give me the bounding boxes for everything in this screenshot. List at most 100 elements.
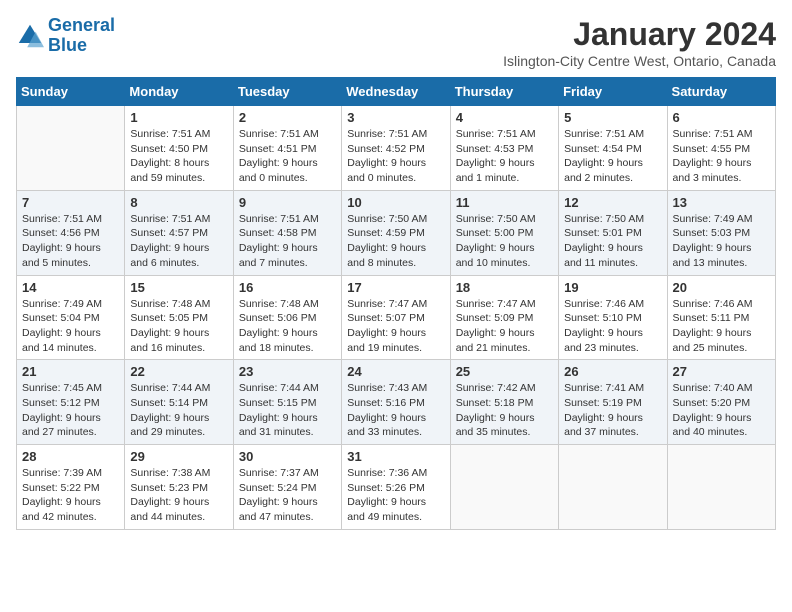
day-number: 8: [130, 195, 227, 210]
day-info: Sunrise: 7:36 AMSunset: 5:26 PMDaylight:…: [347, 466, 444, 525]
month-title: January 2024: [503, 16, 776, 53]
calendar-day-cell: 10Sunrise: 7:50 AMSunset: 4:59 PMDayligh…: [342, 190, 450, 275]
day-number: 12: [564, 195, 661, 210]
day-of-week-header: Friday: [559, 78, 667, 106]
day-number: 2: [239, 110, 336, 125]
calendar-day-cell: 13 Sunrise: 7:49 AMSunset: 5:03 PMDayligh…: [667, 190, 775, 275]
calendar-day-cell: 17 Sunrise: 7:47 AMSunset: 5:07 PMDayligh…: [342, 275, 450, 360]
day-number: 26: [564, 364, 661, 379]
day-number: 17: [347, 280, 444, 295]
calendar-week-row: 1Sunrise: 7:51 AMSunset: 4:50 PMDaylight…: [17, 106, 776, 191]
location-title: Islington-City Centre West, Ontario, Can…: [503, 53, 776, 69]
day-number: 28: [22, 449, 119, 464]
day-info: Sunrise: 7:50 AMSunset: 5:00 PMDaylight:…: [456, 212, 553, 271]
day-info: Sunrise: 7:43 AMSunset: 5:16 PMDaylight:…: [347, 381, 444, 440]
calendar-day-cell: 21Sunrise: 7:45 AMSunset: 5:12 PMDayligh…: [17, 360, 125, 445]
calendar-day-cell: 31 Sunrise: 7:36 AMSunset: 5:26 PMDayligh…: [342, 445, 450, 530]
calendar-day-cell: [17, 106, 125, 191]
calendar-day-cell: 22 Sunrise: 7:44 AMSunset: 5:14 PMDayligh…: [125, 360, 233, 445]
day-number: 3: [347, 110, 444, 125]
day-number: 20: [673, 280, 770, 295]
calendar-day-cell: 29Sunrise: 7:38 AMSunset: 5:23 PMDayligh…: [125, 445, 233, 530]
day-info: Sunrise: 7:48 AMSunset: 5:06 PMDaylight:…: [239, 297, 336, 356]
calendar-day-cell: 9Sunrise: 7:51 AMSunset: 4:58 PMDaylight…: [233, 190, 341, 275]
day-of-week-header: Tuesday: [233, 78, 341, 106]
day-number: 15: [130, 280, 227, 295]
day-number: 9: [239, 195, 336, 210]
logo-text: General Blue: [48, 16, 115, 56]
calendar-week-row: 14 Sunrise: 7:49 AMSunset: 5:04 PMDayligh…: [17, 275, 776, 360]
calendar-day-cell: 11 Sunrise: 7:50 AMSunset: 5:00 PMDayligh…: [450, 190, 558, 275]
day-number: 27: [673, 364, 770, 379]
calendar-week-row: 28 Sunrise: 7:39 AMSunset: 5:22 PMDayligh…: [17, 445, 776, 530]
calendar-week-row: 7 Sunrise: 7:51 AMSunset: 4:56 PMDaylight…: [17, 190, 776, 275]
calendar-day-cell: 6Sunrise: 7:51 AMSunset: 4:55 PMDaylight…: [667, 106, 775, 191]
calendar-day-cell: [559, 445, 667, 530]
calendar-day-cell: 7 Sunrise: 7:51 AMSunset: 4:56 PMDaylight…: [17, 190, 125, 275]
calendar-day-cell: 19 Sunrise: 7:46 AMSunset: 5:10 PMDayligh…: [559, 275, 667, 360]
day-info: Sunrise: 7:50 AMSunset: 5:01 PMDaylight:…: [564, 212, 661, 271]
calendar-week-row: 21Sunrise: 7:45 AMSunset: 5:12 PMDayligh…: [17, 360, 776, 445]
day-info: Sunrise: 7:39 AMSunset: 5:22 PMDaylight:…: [22, 466, 119, 525]
day-number: 6: [673, 110, 770, 125]
day-info: Sunrise: 7:48 AMSunset: 5:05 PMDaylight:…: [130, 297, 227, 356]
day-info: Sunrise: 7:51 AMSunset: 4:53 PMDaylight:…: [456, 127, 553, 186]
calendar-header-row: SundayMondayTuesdayWednesdayThursdayFrid…: [17, 78, 776, 106]
calendar-day-cell: 23Sunrise: 7:44 AMSunset: 5:15 PMDayligh…: [233, 360, 341, 445]
calendar-day-cell: 27 Sunrise: 7:40 AMSunset: 5:20 PMDayligh…: [667, 360, 775, 445]
calendar-day-cell: 5 Sunrise: 7:51 AMSunset: 4:54 PMDaylight…: [559, 106, 667, 191]
logo-name-part1: General: [48, 15, 115, 35]
calendar-day-cell: 4 Sunrise: 7:51 AMSunset: 4:53 PMDaylight…: [450, 106, 558, 191]
logo: General Blue: [16, 16, 115, 56]
day-info: Sunrise: 7:51 AMSunset: 4:57 PMDaylight:…: [130, 212, 227, 271]
day-number: 5: [564, 110, 661, 125]
day-info: Sunrise: 7:38 AMSunset: 5:23 PMDaylight:…: [130, 466, 227, 525]
day-info: Sunrise: 7:40 AMSunset: 5:20 PMDaylight:…: [673, 381, 770, 440]
calendar-day-cell: 1Sunrise: 7:51 AMSunset: 4:50 PMDaylight…: [125, 106, 233, 191]
calendar-day-cell: 2 Sunrise: 7:51 AMSunset: 4:51 PMDaylight…: [233, 106, 341, 191]
day-number: 23: [239, 364, 336, 379]
day-number: 14: [22, 280, 119, 295]
day-info: Sunrise: 7:50 AMSunset: 4:59 PMDaylight:…: [347, 212, 444, 271]
page-header: General Blue January 2024 Islington-City…: [16, 16, 776, 69]
calendar-day-cell: 30 Sunrise: 7:37 AMSunset: 5:24 PMDayligh…: [233, 445, 341, 530]
calendar-day-cell: 28 Sunrise: 7:39 AMSunset: 5:22 PMDayligh…: [17, 445, 125, 530]
day-number: 25: [456, 364, 553, 379]
day-info: Sunrise: 7:46 AMSunset: 5:10 PMDaylight:…: [564, 297, 661, 356]
day-of-week-header: Sunday: [17, 78, 125, 106]
calendar-day-cell: 12 Sunrise: 7:50 AMSunset: 5:01 PMDayligh…: [559, 190, 667, 275]
logo-name-part2: Blue: [48, 35, 87, 55]
day-number: 4: [456, 110, 553, 125]
calendar-day-cell: 15 Sunrise: 7:48 AMSunset: 5:05 PMDayligh…: [125, 275, 233, 360]
calendar-table: SundayMondayTuesdayWednesdayThursdayFrid…: [16, 77, 776, 530]
logo-icon: [16, 22, 44, 50]
day-info: Sunrise: 7:47 AMSunset: 5:07 PMDaylight:…: [347, 297, 444, 356]
day-number: 22: [130, 364, 227, 379]
day-of-week-header: Thursday: [450, 78, 558, 106]
day-info: Sunrise: 7:44 AMSunset: 5:14 PMDaylight:…: [130, 381, 227, 440]
calendar-day-cell: 3 Sunrise: 7:51 AMSunset: 4:52 PMDaylight…: [342, 106, 450, 191]
day-number: 13: [673, 195, 770, 210]
day-info: Sunrise: 7:49 AMSunset: 5:03 PMDaylight:…: [673, 212, 770, 271]
day-info: Sunrise: 7:51 AMSunset: 4:52 PMDaylight:…: [347, 127, 444, 186]
day-number: 31: [347, 449, 444, 464]
calendar-day-cell: 24Sunrise: 7:43 AMSunset: 5:16 PMDayligh…: [342, 360, 450, 445]
day-info: Sunrise: 7:47 AMSunset: 5:09 PMDaylight:…: [456, 297, 553, 356]
day-info: Sunrise: 7:51 AMSunset: 4:51 PMDaylight:…: [239, 127, 336, 186]
day-info: Sunrise: 7:41 AMSunset: 5:19 PMDaylight:…: [564, 381, 661, 440]
day-info: Sunrise: 7:51 AMSunset: 4:54 PMDaylight:…: [564, 127, 661, 186]
calendar-day-cell: [450, 445, 558, 530]
day-number: 19: [564, 280, 661, 295]
day-info: Sunrise: 7:49 AMSunset: 5:04 PMDaylight:…: [22, 297, 119, 356]
day-number: 7: [22, 195, 119, 210]
calendar-day-cell: [667, 445, 775, 530]
day-info: Sunrise: 7:37 AMSunset: 5:24 PMDaylight:…: [239, 466, 336, 525]
calendar-day-cell: 14 Sunrise: 7:49 AMSunset: 5:04 PMDayligh…: [17, 275, 125, 360]
day-info: Sunrise: 7:51 AMSunset: 4:50 PMDaylight:…: [130, 127, 227, 186]
day-number: 11: [456, 195, 553, 210]
day-info: Sunrise: 7:45 AMSunset: 5:12 PMDaylight:…: [22, 381, 119, 440]
day-number: 30: [239, 449, 336, 464]
day-info: Sunrise: 7:51 AMSunset: 4:56 PMDaylight:…: [22, 212, 119, 271]
calendar-day-cell: 16Sunrise: 7:48 AMSunset: 5:06 PMDayligh…: [233, 275, 341, 360]
calendar-day-cell: 18Sunrise: 7:47 AMSunset: 5:09 PMDayligh…: [450, 275, 558, 360]
